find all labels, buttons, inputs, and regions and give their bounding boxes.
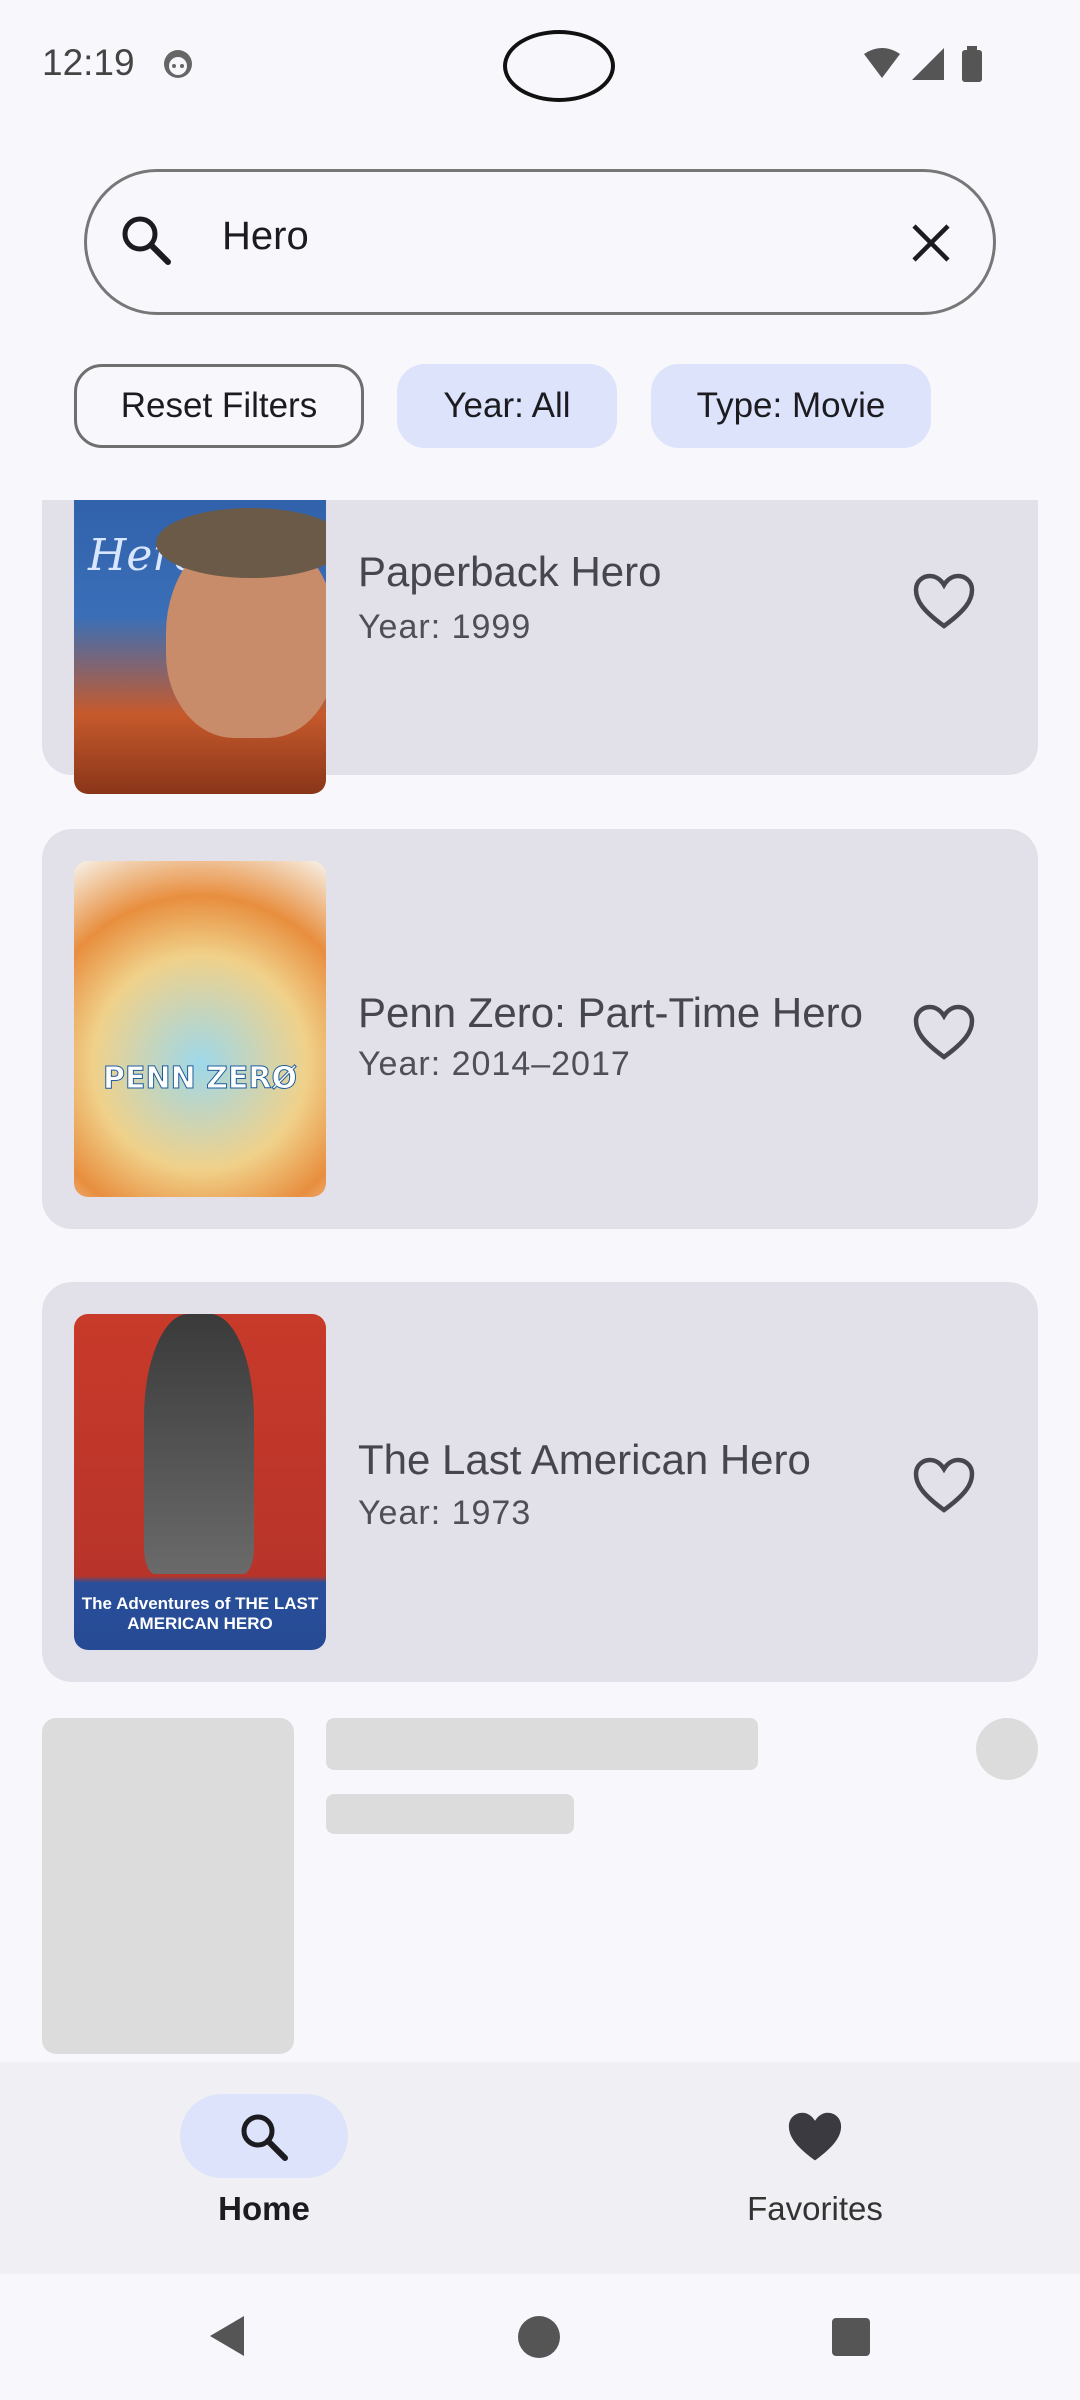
recents-icon[interactable]	[830, 2316, 872, 2358]
nav-home-label[interactable]: Home	[168, 2190, 360, 2228]
skeleton-title	[326, 1718, 758, 1770]
result-title: Paperback Hero	[358, 548, 662, 595]
battery-icon	[962, 50, 982, 82]
assistant-icon	[164, 50, 192, 78]
reset-filters-chip[interactable]: Reset Filters	[74, 364, 364, 448]
heart-outline-icon[interactable]	[912, 572, 976, 632]
result-title: The Last American Hero	[358, 1436, 811, 1483]
poster-paperback-hero: Hero	[74, 500, 326, 794]
home-circle-icon[interactable]	[516, 2314, 562, 2360]
skeleton-year	[326, 1794, 574, 1834]
back-icon[interactable]	[204, 2312, 248, 2360]
result-year: Year: 1999	[358, 608, 532, 646]
skeleton-favorite	[976, 1718, 1038, 1780]
year-filter-chip[interactable]: Year: All	[397, 364, 617, 448]
result-card[interactable]: PENN ZERØ Penn Zero: Part-Time Hero Year…	[42, 829, 1038, 1229]
search-input[interactable]: Hero	[222, 214, 309, 259]
heart-filled-icon[interactable]	[786, 2110, 844, 2164]
result-year: Year: 1973	[358, 1494, 532, 1532]
status-icons	[864, 46, 982, 82]
bottom-navigation	[0, 2062, 1080, 2274]
close-icon[interactable]	[908, 220, 954, 266]
result-title: Penn Zero: Part-Time Hero	[358, 989, 863, 1036]
signal-icon	[912, 48, 944, 80]
heart-outline-icon[interactable]	[912, 1003, 976, 1063]
camera-cutout	[503, 30, 615, 102]
results-list[interactable]: Hero Paperback Hero Year: 1999 PENN ZERØ…	[0, 500, 1080, 2062]
result-card[interactable]: Hero Paperback Hero Year: 1999	[42, 500, 1038, 794]
heart-outline-icon[interactable]	[912, 1456, 976, 1516]
poster-title-text: The Adventures of THE LAST AMERICAN HERO	[81, 1594, 319, 1633]
result-card[interactable]: The Adventures of THE LAST AMERICAN HERO…	[42, 1282, 1038, 1682]
result-year: Year: 2014–2017	[358, 1045, 631, 1083]
poster-last-american-hero: The Adventures of THE LAST AMERICAN HERO	[74, 1314, 326, 1650]
search-bar[interactable]	[84, 169, 996, 315]
type-filter-chip[interactable]: Type: Movie	[651, 364, 931, 448]
search-icon[interactable]	[237, 2110, 291, 2164]
search-icon	[122, 216, 171, 265]
status-time: 12:19	[42, 42, 135, 83]
nav-favorites-label[interactable]: Favorites	[722, 2190, 908, 2228]
poster-title-text: PENN ZERØ	[103, 1061, 298, 1097]
skeleton-poster	[42, 1718, 294, 2054]
wifi-icon	[864, 48, 900, 78]
poster-penn-zero: PENN ZERØ	[74, 861, 326, 1197]
